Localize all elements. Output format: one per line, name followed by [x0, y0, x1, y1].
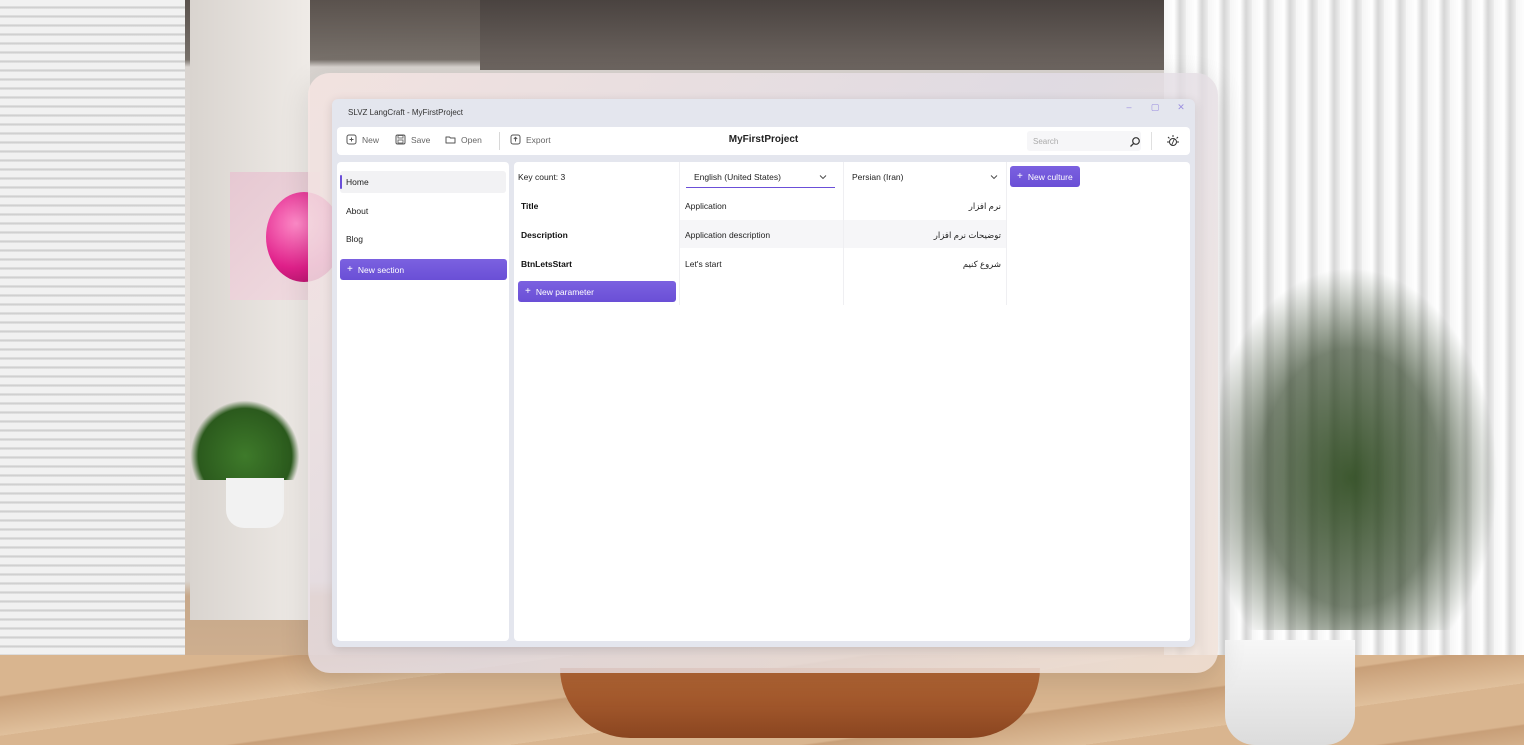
new-culture-button[interactable]: + New culture [1010, 166, 1080, 187]
chevron-down-icon [990, 173, 998, 181]
sidebar-item-home[interactable]: Home [340, 171, 506, 193]
culture-name: Persian (Iran) [852, 172, 904, 182]
save-button[interactable]: Save [395, 134, 430, 145]
table-base [560, 668, 1040, 738]
plus-icon: + [1017, 170, 1023, 182]
plant-left [190, 400, 300, 480]
chevron-down-icon [819, 173, 827, 181]
theme-toggle-icon[interactable] [1165, 133, 1181, 149]
export-icon [510, 134, 521, 145]
culture-select-persian[interactable]: Persian (Iran) [844, 166, 1006, 188]
maximize-button[interactable]: ▢ [1149, 102, 1161, 113]
value-fa-title[interactable]: نرم افزار [849, 201, 1001, 212]
save-label: Save [411, 134, 431, 145]
key-description[interactable]: Description [521, 230, 568, 240]
value-en-btnletsstart[interactable]: Let's start [685, 259, 722, 269]
minimize-button[interactable]: – [1123, 102, 1135, 113]
toolbar-divider [499, 132, 500, 150]
export-button[interactable]: Export [510, 134, 551, 145]
sidebar: Home About Blog + New section [337, 162, 509, 641]
close-button[interactable]: ✕ [1175, 102, 1187, 113]
key-btnletsstart[interactable]: BtnLetsStart [521, 259, 572, 269]
culture-select-english[interactable]: English (United States) [686, 166, 835, 188]
ceiling [480, 0, 1180, 70]
window-title: SLVZ LangCraft - MyFirstProject [348, 107, 463, 117]
open-button[interactable]: Open [445, 134, 482, 145]
search-input[interactable] [1027, 131, 1141, 151]
sidebar-item-label: About [346, 206, 369, 216]
title-bar: SLVZ LangCraft - MyFirstProject – ▢ ✕ [332, 99, 1195, 125]
open-label: Open [461, 134, 482, 145]
new-parameter-button[interactable]: + New parameter [518, 281, 676, 302]
folder-icon [445, 134, 456, 145]
value-en-description[interactable]: Application description [685, 230, 770, 240]
new-label: New [362, 134, 380, 145]
app-window: SLVZ LangCraft - MyFirstProject – ▢ ✕ Ne… [332, 99, 1195, 647]
sidebar-item-blog[interactable]: Blog [340, 228, 506, 250]
plus-icon: + [347, 263, 353, 275]
window-blinds [0, 0, 185, 680]
key-title[interactable]: Title [521, 201, 538, 211]
pot-right [1225, 640, 1355, 745]
culture-name: English (United States) [694, 171, 781, 182]
new-culture-label: New culture [1027, 171, 1073, 182]
new-section-label: New section [357, 264, 405, 275]
column-divider [679, 162, 680, 305]
search-icon[interactable] [1129, 135, 1141, 147]
pot-left [226, 478, 284, 528]
sidebar-item-about[interactable]: About [340, 200, 506, 222]
key-count: Key count: 3 [518, 172, 566, 182]
new-parameter-label: New parameter [535, 286, 594, 297]
sidebar-item-label: Home [346, 177, 369, 187]
value-fa-btnletsstart[interactable]: شروع کنیم [849, 259, 1001, 270]
column-divider [1006, 162, 1007, 305]
toolbar-divider-right [1151, 132, 1152, 150]
new-section-button[interactable]: + New section [340, 259, 507, 280]
main-panel: Key count: 3 Title Description BtnLetsSt… [514, 162, 1190, 641]
plus-icon: + [525, 285, 531, 297]
value-fa-description[interactable]: توضیحات نرم افزار [849, 230, 1001, 241]
value-en-title[interactable]: Application [685, 201, 727, 211]
file-plus-icon [346, 134, 357, 145]
new-button[interactable]: New [346, 134, 379, 145]
sidebar-item-label: Blog [346, 234, 364, 244]
toolbar: New Save Open Export MyFirstProject [337, 127, 1190, 155]
window-controls: – ▢ ✕ [1123, 102, 1187, 113]
floppy-disk-icon [395, 134, 406, 145]
export-label: Export [526, 134, 551, 145]
plant-right [1220, 250, 1510, 630]
